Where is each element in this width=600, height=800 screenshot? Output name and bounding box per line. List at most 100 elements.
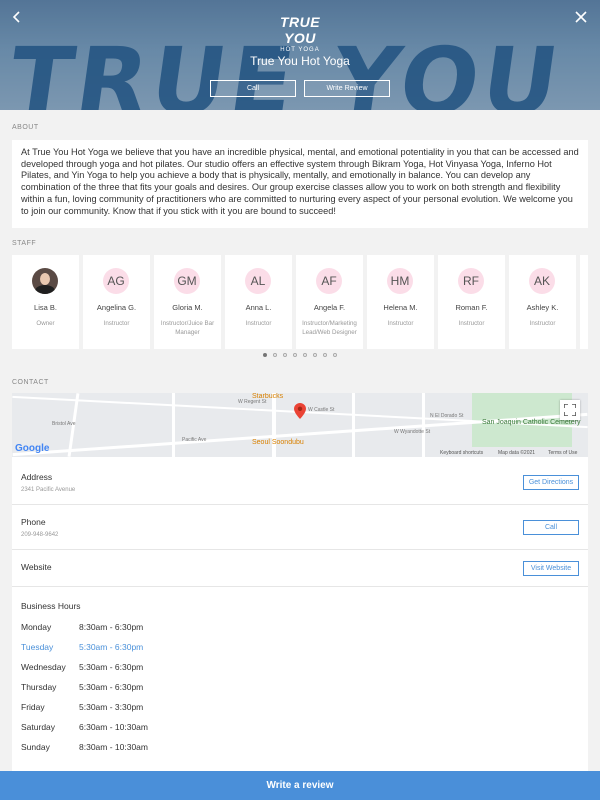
staff-role: Owner	[36, 320, 55, 327]
website-label: Website	[21, 562, 52, 572]
pagination-dot[interactable]	[333, 353, 337, 357]
business-hours-title: Business Hours	[21, 601, 81, 611]
map-poi-cemetery[interactable]: San Joaquin Catholic Cemetery	[482, 419, 580, 426]
fullscreen-icon	[564, 404, 576, 416]
carousel-pagination	[0, 353, 600, 359]
google-logo: Google	[15, 443, 50, 454]
keyboard-shortcuts-link[interactable]: Keyboard shortcuts	[440, 450, 483, 456]
hours-day: Sunday	[21, 742, 50, 752]
hours-time: 6:30am - 10:30am	[79, 722, 148, 732]
avatar: AK	[529, 268, 555, 294]
get-directions-button[interactable]: Get Directions	[523, 475, 579, 490]
pagination-dot[interactable]	[263, 353, 267, 357]
staff-name: Gloria M.	[172, 303, 203, 312]
hours-day: Saturday	[21, 722, 56, 732]
avatar: RF	[458, 268, 484, 294]
pagination-dot[interactable]	[323, 353, 327, 357]
avatar: GM	[174, 268, 200, 294]
website-row: Website Visit Website	[12, 550, 588, 587]
hours-day: Wednesday	[21, 662, 66, 672]
write-a-review-button[interactable]: Write a review	[0, 771, 600, 800]
hours-day: Monday	[21, 622, 52, 632]
phone-label: Phone	[21, 517, 46, 527]
staff-carousel[interactable]: Lisa B. Owner AG Angelina G. Instructor …	[12, 255, 588, 349]
map-road	[172, 393, 175, 457]
pagination-dot[interactable]	[273, 353, 277, 357]
street-label: N El Dorado St	[430, 413, 464, 419]
hours-time: 8:30am - 6:30pm	[79, 622, 144, 632]
pagination-dot[interactable]	[313, 353, 317, 357]
header-call-button[interactable]: Call	[210, 80, 296, 97]
map-poi-restaurant[interactable]: Seoul Soondubu	[252, 439, 304, 446]
staff-name: Angelina G.	[96, 303, 137, 312]
address-label: Address	[21, 472, 53, 482]
avatar: HM	[387, 268, 413, 294]
close-icon	[575, 11, 587, 23]
staff-role: Instructor	[458, 320, 485, 327]
header-write-review-button[interactable]: Write Review	[304, 80, 390, 97]
staff-role: Instructor	[245, 320, 272, 327]
street-label: Bristol Ave	[52, 421, 76, 427]
logo-main-text: TRUE YOU	[279, 14, 321, 46]
staff-name: Roman F.	[455, 303, 488, 312]
contact-details: Address 2341 Pacific Avenue Get Directio…	[12, 457, 588, 777]
back-button[interactable]	[6, 6, 28, 28]
hours-time: 5:30am - 6:30pm	[79, 642, 144, 652]
hours-time: 5:30am - 6:30pm	[79, 682, 144, 692]
street-label: W Wyandotte St	[394, 429, 431, 435]
about-text: At True You Hot Yoga we believe that you…	[12, 140, 588, 228]
close-button[interactable]	[570, 6, 592, 28]
staff-name: Lisa B.	[34, 303, 57, 312]
staff-role: Instructor	[103, 320, 130, 327]
street-label: W Castle St	[308, 407, 335, 413]
map-data-credit: Map data ©2021	[498, 450, 536, 456]
staff-name: Helena M.	[383, 303, 418, 312]
pagination-dot[interactable]	[283, 353, 287, 357]
avatar: AF	[316, 268, 342, 294]
hours-time: 5:30am - 6:30pm	[79, 662, 144, 672]
pagination-dot[interactable]	[293, 353, 297, 357]
pagination-dot[interactable]	[303, 353, 307, 357]
staff-role: Instructor/Marketing Lead/Web Designer	[302, 320, 357, 336]
staff-card[interactable]: AG Angelina G. Instructor	[83, 255, 150, 349]
staff-role: Instructor	[529, 320, 556, 327]
staff-card[interactable]: GM Gloria M. Instructor/Juice Bar Manage…	[154, 255, 221, 349]
contact-section-title: CONTACT	[12, 379, 49, 386]
staff-card[interactable]: AK Ashley K. Instructor	[509, 255, 576, 349]
address-value: 2341 Pacific Avenue	[21, 487, 76, 493]
header-banner: TRUE YOU TRUE YOU HOT YOGA True You Hot …	[0, 0, 600, 110]
avatar: AG	[103, 268, 129, 294]
hours-time: 5:30am - 3:30pm	[79, 702, 144, 712]
staff-card[interactable]: AF Angela F. Instructor/Marketing Lead/W…	[296, 255, 363, 349]
contact-call-button[interactable]: Call	[523, 520, 579, 535]
hours-day: Thursday	[21, 682, 57, 692]
map-poi-starbucks[interactable]: Starbucks	[252, 393, 283, 400]
address-row: Address 2341 Pacific Avenue Get Directio…	[12, 457, 588, 505]
hours-day: Tuesday	[21, 642, 54, 652]
staff-role: Instructor	[387, 320, 414, 327]
about-section-title: ABOUT	[12, 124, 39, 131]
chevron-left-icon	[12, 11, 20, 23]
staff-card[interactable]: AL Anna L. Instructor	[225, 255, 292, 349]
studio-name: True You Hot Yoga	[250, 54, 350, 68]
staff-card[interactable]: HM Helena M. Instructor	[367, 255, 434, 349]
staff-name: Ashley K.	[526, 303, 559, 312]
terms-of-use-link[interactable]: Terms of Use	[548, 450, 577, 456]
map-road	[352, 393, 355, 457]
hours-time: 8:30am - 10:30am	[79, 742, 148, 752]
map-road	[272, 393, 276, 457]
visit-website-button[interactable]: Visit Website	[523, 561, 579, 576]
map-fullscreen-button[interactable]	[560, 400, 580, 420]
staff-card[interactable]	[580, 255, 588, 349]
location-pin-icon[interactable]	[294, 403, 306, 419]
avatar: AL	[245, 268, 271, 294]
map-road	[422, 393, 425, 457]
logo-sub-text: HOT YOGA	[280, 47, 320, 53]
location-map[interactable]: W Castle St W Regent St Pacific Ave Bris…	[12, 393, 588, 457]
phone-row: Phone 209-948-9642 Call	[12, 505, 588, 550]
staff-section-title: STAFF	[12, 240, 37, 247]
studio-logo: TRUE YOU HOT YOGA	[268, 14, 332, 54]
staff-card[interactable]: RF Roman F. Instructor	[438, 255, 505, 349]
staff-card[interactable]: Lisa B. Owner	[12, 255, 79, 349]
staff-name: Angela F.	[313, 303, 346, 312]
